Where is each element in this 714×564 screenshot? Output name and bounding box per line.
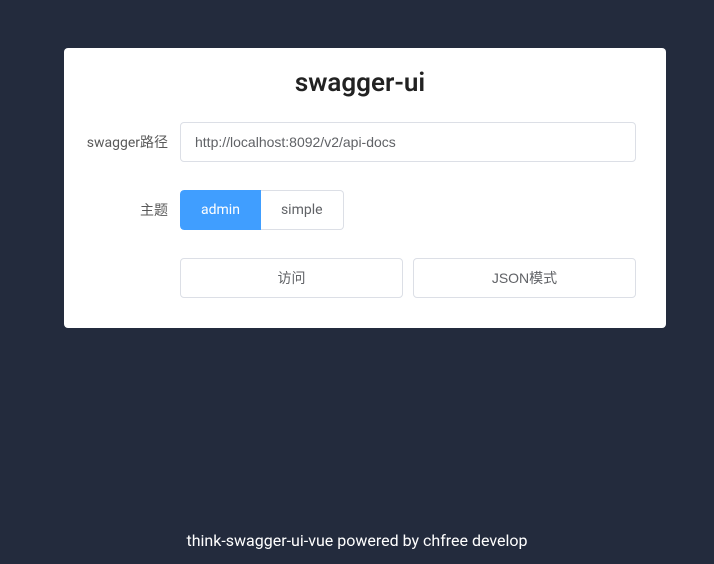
path-row: swagger路径 — [84, 122, 636, 162]
json-mode-button[interactable]: JSON模式 — [413, 258, 636, 298]
theme-option-simple[interactable]: simple — [261, 190, 344, 230]
swagger-path-input[interactable] — [180, 122, 636, 162]
theme-radio-group: admin simple — [180, 190, 636, 230]
page-title: swagger-ui — [84, 68, 636, 98]
visit-button[interactable]: 访问 — [180, 258, 403, 298]
theme-label: 主题 — [84, 200, 180, 220]
path-input-wrap — [180, 122, 636, 162]
theme-option-admin[interactable]: admin — [180, 190, 261, 230]
theme-row: 主题 admin simple — [84, 190, 636, 230]
path-label: swagger路径 — [84, 132, 180, 152]
footer-text: think-swagger-ui-vue powered by chfree d… — [0, 531, 714, 550]
theme-input-wrap: admin simple — [180, 190, 636, 230]
action-buttons: 访问 JSON模式 — [180, 258, 636, 298]
config-card: swagger-ui swagger路径 主题 admin simple 访问 … — [64, 48, 666, 328]
